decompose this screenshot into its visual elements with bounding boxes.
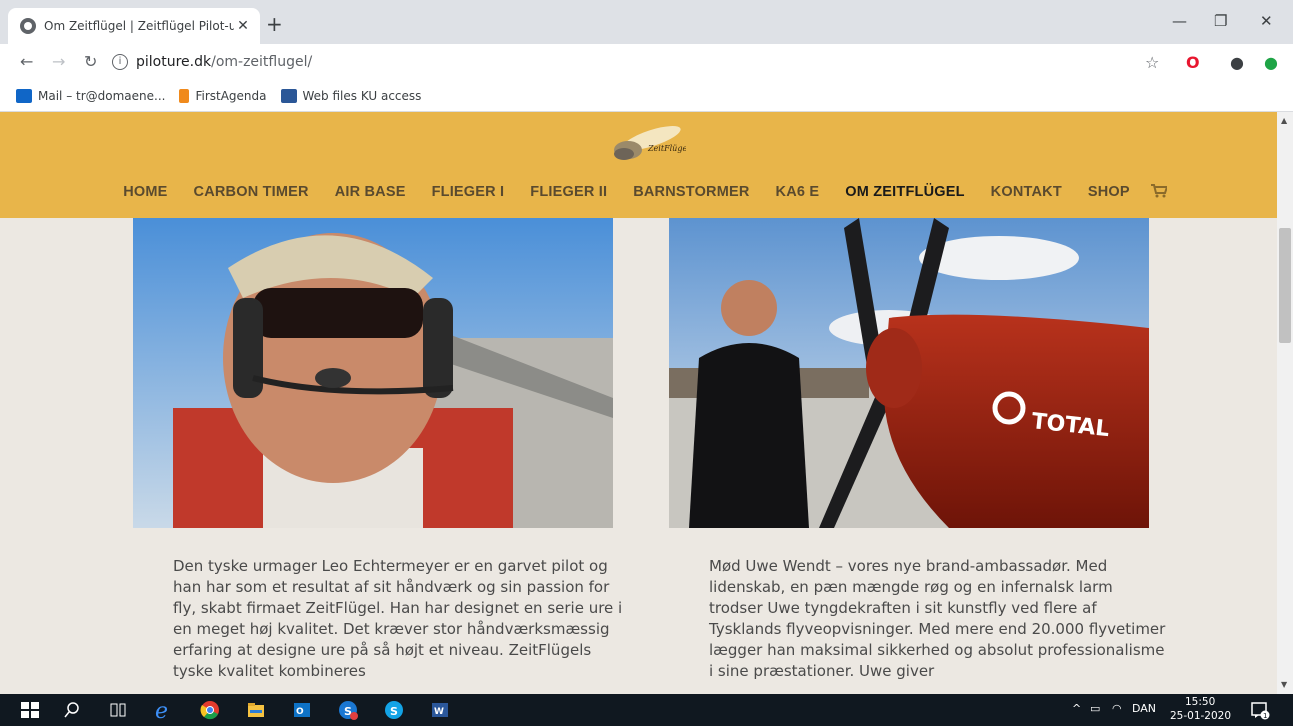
browser-tab[interactable]: Om Zeitflügel | Zeitflügel Pilot-ur ✕ [8, 8, 260, 44]
extension-icon[interactable]: ● [1264, 53, 1278, 72]
star-icon[interactable]: ☆ [1145, 53, 1159, 72]
chrome-icon[interactable] [200, 700, 220, 720]
opera-extension-icon[interactable]: O [1186, 53, 1200, 72]
battery-icon[interactable]: ▭ [1090, 702, 1100, 715]
word-icon[interactable]: W [430, 700, 450, 720]
nav-ka6e[interactable]: KA6 E [776, 184, 820, 200]
account-icon[interactable]: ● [1230, 53, 1244, 72]
wifi-icon[interactable]: ◠ [1112, 702, 1122, 715]
bookmark-mail[interactable]: Mail – tr@domaene... [16, 88, 166, 103]
globe-icon [20, 18, 36, 34]
bookmark-label: Web files KU access [302, 88, 422, 103]
language-indicator[interactable]: DAN [1132, 702, 1156, 715]
nav-barnstormer[interactable]: BARNSTORMER [633, 184, 749, 200]
svg-text:W: W [434, 707, 444, 717]
firstagenda-icon [179, 88, 190, 103]
nav-kontakt[interactable]: KONTAKT [991, 184, 1062, 200]
bookmark-label: FirstAgenda [195, 88, 267, 103]
clock-date[interactable]: 25-01-2020 [1170, 710, 1231, 722]
main-nav: HOME CARBON TIMER AIR BASE FLIEGER I FLI… [0, 184, 1277, 200]
outlook-icon[interactable]: O [292, 700, 312, 720]
nav-carbon-timer[interactable]: CARBON TIMER [194, 184, 309, 200]
windows-start-icon[interactable] [20, 700, 40, 720]
pilot-photo-leo [133, 218, 613, 528]
skype-icon[interactable]: S [384, 700, 404, 720]
bookmark-webfiles[interactable]: Web files KU access [280, 88, 422, 103]
info-icon[interactable]: i [112, 54, 128, 70]
scroll-down-icon[interactable]: ▼ [1281, 680, 1287, 689]
browser-toolbar: ← → ↻ i piloture.dk/om-zeitflugel/ ☆ O ●… [0, 44, 1293, 80]
new-tab-button[interactable]: + [266, 14, 283, 34]
nav-shop[interactable]: SHOP [1088, 184, 1130, 200]
notification-icon[interactable]: 1 [1250, 700, 1270, 720]
bookmark-firstagenda[interactable]: FirstAgenda [179, 88, 267, 103]
svg-text:O: O [296, 707, 304, 717]
back-icon[interactable]: ← [20, 52, 33, 71]
reload-icon[interactable]: ↻ [84, 52, 97, 71]
bookmarks-bar: Mail – tr@domaene... FirstAgenda Web fil… [0, 80, 1293, 112]
task-view-icon[interactable] [108, 700, 128, 720]
ku-icon [280, 88, 297, 103]
svg-text:S: S [390, 705, 398, 718]
nav-flieger-ii[interactable]: FLIEGER II [530, 184, 607, 200]
show-hidden-icons[interactable]: ^ [1072, 702, 1081, 715]
windows-taskbar: e O S S W ^ ▭ ◠ DAN 15:50 25-01-2020 1 [0, 694, 1293, 726]
uwe-description: Mød Uwe Wendt – vores nye brand-ambassad… [709, 557, 1166, 680]
forward-icon[interactable]: → [52, 52, 65, 71]
url-path: /om-zeitflugel/ [211, 54, 313, 70]
nav-air-base[interactable]: AIR BASE [335, 184, 406, 200]
edge-icon[interactable]: e [154, 700, 174, 720]
clock-time[interactable]: 15:50 [1185, 696, 1215, 708]
url-host: piloture.dk [136, 54, 212, 70]
svg-text:e: e [155, 700, 168, 720]
cart-icon[interactable] [1150, 184, 1167, 198]
svg-text:1: 1 [1263, 712, 1267, 720]
page-scrollbar[interactable]: ▲ ▼ [1277, 112, 1293, 694]
leo-description: Den tyske urmager Leo Echtermeyer er en … [173, 557, 623, 680]
search-icon[interactable] [62, 700, 82, 720]
site-header: ZeitFlügel HOME CARBON TIMER AIR BASE FL… [0, 112, 1277, 218]
tab-title: Om Zeitflügel | Zeitflügel Pilot-ur [44, 19, 234, 33]
nav-home[interactable]: HOME [123, 184, 167, 200]
address-bar[interactable]: i piloture.dk/om-zeitflugel/ [112, 49, 1172, 75]
scrollbar-thumb[interactable] [1279, 228, 1291, 343]
pilot-photo-uwe: TOTAL [669, 218, 1149, 528]
bookmark-label: Mail – tr@domaene... [38, 88, 166, 103]
close-window-icon[interactable]: ✕ [1260, 12, 1273, 30]
skype-business-icon[interactable]: S [338, 700, 358, 720]
outlook-icon [16, 88, 32, 103]
scroll-up-icon[interactable]: ▲ [1281, 116, 1287, 125]
file-explorer-icon[interactable] [246, 700, 266, 720]
restore-icon[interactable]: ❐ [1214, 12, 1227, 30]
tab-close-button[interactable]: ✕ [234, 18, 252, 34]
nav-flieger-i[interactable]: FLIEGER I [432, 184, 505, 200]
nav-om-zeitflugel[interactable]: OM ZEITFLÜGEL [845, 184, 964, 200]
minimize-icon[interactable]: — [1172, 12, 1187, 30]
zeitflugel-logo[interactable]: ZeitFlügel [604, 120, 686, 166]
web-page: ZeitFlügel HOME CARBON TIMER AIR BASE FL… [0, 112, 1293, 694]
browser-tab-strip: Om Zeitflügel | Zeitflügel Pilot-ur ✕ + … [0, 0, 1293, 44]
svg-text:ZeitFlügel: ZeitFlügel [647, 144, 686, 153]
